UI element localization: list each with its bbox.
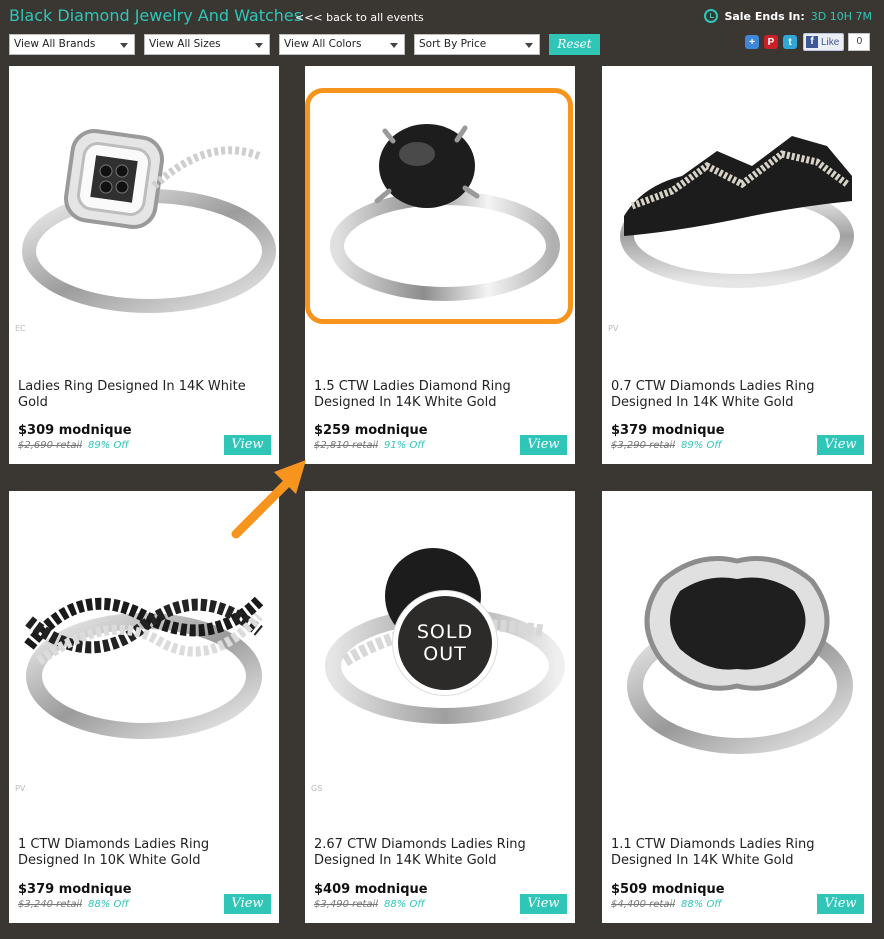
- sold-out-line1: SOLD: [416, 621, 474, 643]
- retail-line: $4,400 retail 88% Off: [611, 899, 722, 910]
- sold-out-badge: SOLD OUT: [393, 591, 497, 695]
- facebook-like-button[interactable]: f Like: [803, 33, 845, 51]
- facebook-like-label: Like: [821, 36, 840, 48]
- view-button[interactable]: View: [224, 435, 271, 455]
- retail-price: $3,490 retail: [314, 899, 379, 910]
- top-bar: Black Diamond Jewelry And Watches <<< ba…: [0, 0, 884, 64]
- sale-time: 3D 10H 7M: [810, 9, 872, 23]
- product-image[interactable]: [9, 491, 279, 811]
- back-to-events-link[interactable]: <<< back to all events: [295, 11, 424, 24]
- product-image[interactable]: [602, 66, 872, 366]
- brand-code: GS: [311, 784, 323, 793]
- retail-line: $3,490 retail 88% Off: [314, 899, 425, 910]
- brand-code: PV: [15, 784, 26, 793]
- sale-label: Sale Ends In:: [724, 9, 805, 23]
- discount-badge: 88% Off: [384, 899, 425, 910]
- twitter-icon[interactable]: t: [783, 35, 797, 49]
- product-card[interactable]: SOLD OUT GS 2.67 CTW Diamonds Ladies Rin…: [305, 491, 575, 923]
- brand-code: EC: [15, 324, 26, 333]
- retail-line: $3,290 retail 89% Off: [611, 440, 722, 451]
- chevron-down-icon: [120, 43, 128, 48]
- clock-icon: [704, 9, 719, 23]
- chevron-down-icon: [390, 43, 398, 48]
- product-card[interactable]: EC Ladies Ring Designed In 14K White Gol…: [9, 66, 279, 464]
- discount-badge: 89% Off: [88, 440, 129, 451]
- share-icon[interactable]: +: [745, 35, 759, 49]
- chevron-down-icon: [255, 43, 263, 48]
- product-name[interactable]: 1.5 CTW Ladies Diamond Ring Designed In …: [314, 379, 569, 411]
- discount-badge: 91% Off: [384, 440, 425, 451]
- sort-select[interactable]: Sort By Price: [414, 34, 540, 55]
- product-price: $309 modnique: [18, 423, 132, 438]
- sort-value: Sort By Price: [419, 38, 487, 50]
- page-title: Black Diamond Jewelry And Watches: [9, 6, 303, 25]
- product-card[interactable]: PV 0.7 CTW Diamonds Ladies Ring Designed…: [602, 66, 872, 464]
- retail-price: $3,240 retail: [18, 899, 83, 910]
- pinterest-icon[interactable]: P: [764, 35, 778, 49]
- product-price: $379 modnique: [611, 423, 725, 438]
- view-button[interactable]: View: [224, 894, 271, 914]
- retail-price: $2,690 retail: [18, 440, 83, 451]
- size-filter-select[interactable]: View All Sizes: [144, 34, 270, 55]
- product-image[interactable]: SOLD OUT: [305, 491, 575, 811]
- view-button[interactable]: View: [817, 894, 864, 914]
- product-price: $379 modnique: [18, 882, 132, 897]
- product-card[interactable]: PV 1 CTW Diamonds Ladies Ring Designed I…: [9, 491, 279, 923]
- color-filter-value: View All Colors: [284, 38, 362, 50]
- product-image[interactable]: [9, 66, 279, 366]
- product-price: $259 modnique: [314, 423, 428, 438]
- product-name[interactable]: Ladies Ring Designed In 14K White Gold: [18, 379, 273, 411]
- product-name[interactable]: 0.7 CTW Diamonds Ladies Ring Designed In…: [611, 379, 866, 411]
- discount-badge: 89% Off: [681, 440, 722, 451]
- brand-filter-select[interactable]: View All Brands: [9, 34, 135, 55]
- discount-badge: 88% Off: [88, 899, 129, 910]
- retail-line: $2,690 retail 89% Off: [18, 440, 129, 451]
- product-name[interactable]: 1.1 CTW Diamonds Ladies Ring Designed In…: [611, 837, 866, 869]
- retail-line: $2,810 retail 91% Off: [314, 440, 425, 451]
- product-image[interactable]: [305, 66, 575, 366]
- product-name[interactable]: 1 CTW Diamonds Ladies Ring Designed In 1…: [18, 837, 273, 869]
- sale-countdown: Sale Ends In: 3D 10H 7M: [704, 9, 872, 23]
- chevron-down-icon: [525, 43, 533, 48]
- product-price: $509 modnique: [611, 882, 725, 897]
- size-filter-value: View All Sizes: [149, 38, 221, 50]
- brand-code: PV: [608, 324, 619, 333]
- reset-button[interactable]: Reset: [549, 34, 600, 55]
- view-button[interactable]: View: [817, 435, 864, 455]
- product-card[interactable]: 1.1 CTW Diamonds Ladies Ring Designed In…: [602, 491, 872, 923]
- social-share-bar: + P t f Like 0: [740, 33, 871, 51]
- product-price: $409 modnique: [314, 882, 428, 897]
- retail-line: $3,240 retail 88% Off: [18, 899, 129, 910]
- color-filter-select[interactable]: View All Colors: [279, 34, 405, 55]
- view-button[interactable]: View: [520, 894, 567, 914]
- discount-badge: 88% Off: [681, 899, 722, 910]
- product-image[interactable]: [602, 491, 872, 811]
- retail-price: $3,290 retail: [611, 440, 676, 451]
- facebook-like-count: 0: [848, 33, 871, 51]
- facebook-icon: f: [806, 36, 818, 48]
- brand-filter-value: View All Brands: [14, 38, 96, 50]
- product-name[interactable]: 2.67 CTW Diamonds Ladies Ring Designed I…: [314, 837, 569, 869]
- sold-out-line2: OUT: [423, 643, 467, 665]
- retail-price: $4,400 retail: [611, 899, 676, 910]
- view-button[interactable]: View: [520, 435, 567, 455]
- retail-price: $2,810 retail: [314, 440, 379, 451]
- product-card[interactable]: 1.5 CTW Ladies Diamond Ring Designed In …: [305, 66, 575, 464]
